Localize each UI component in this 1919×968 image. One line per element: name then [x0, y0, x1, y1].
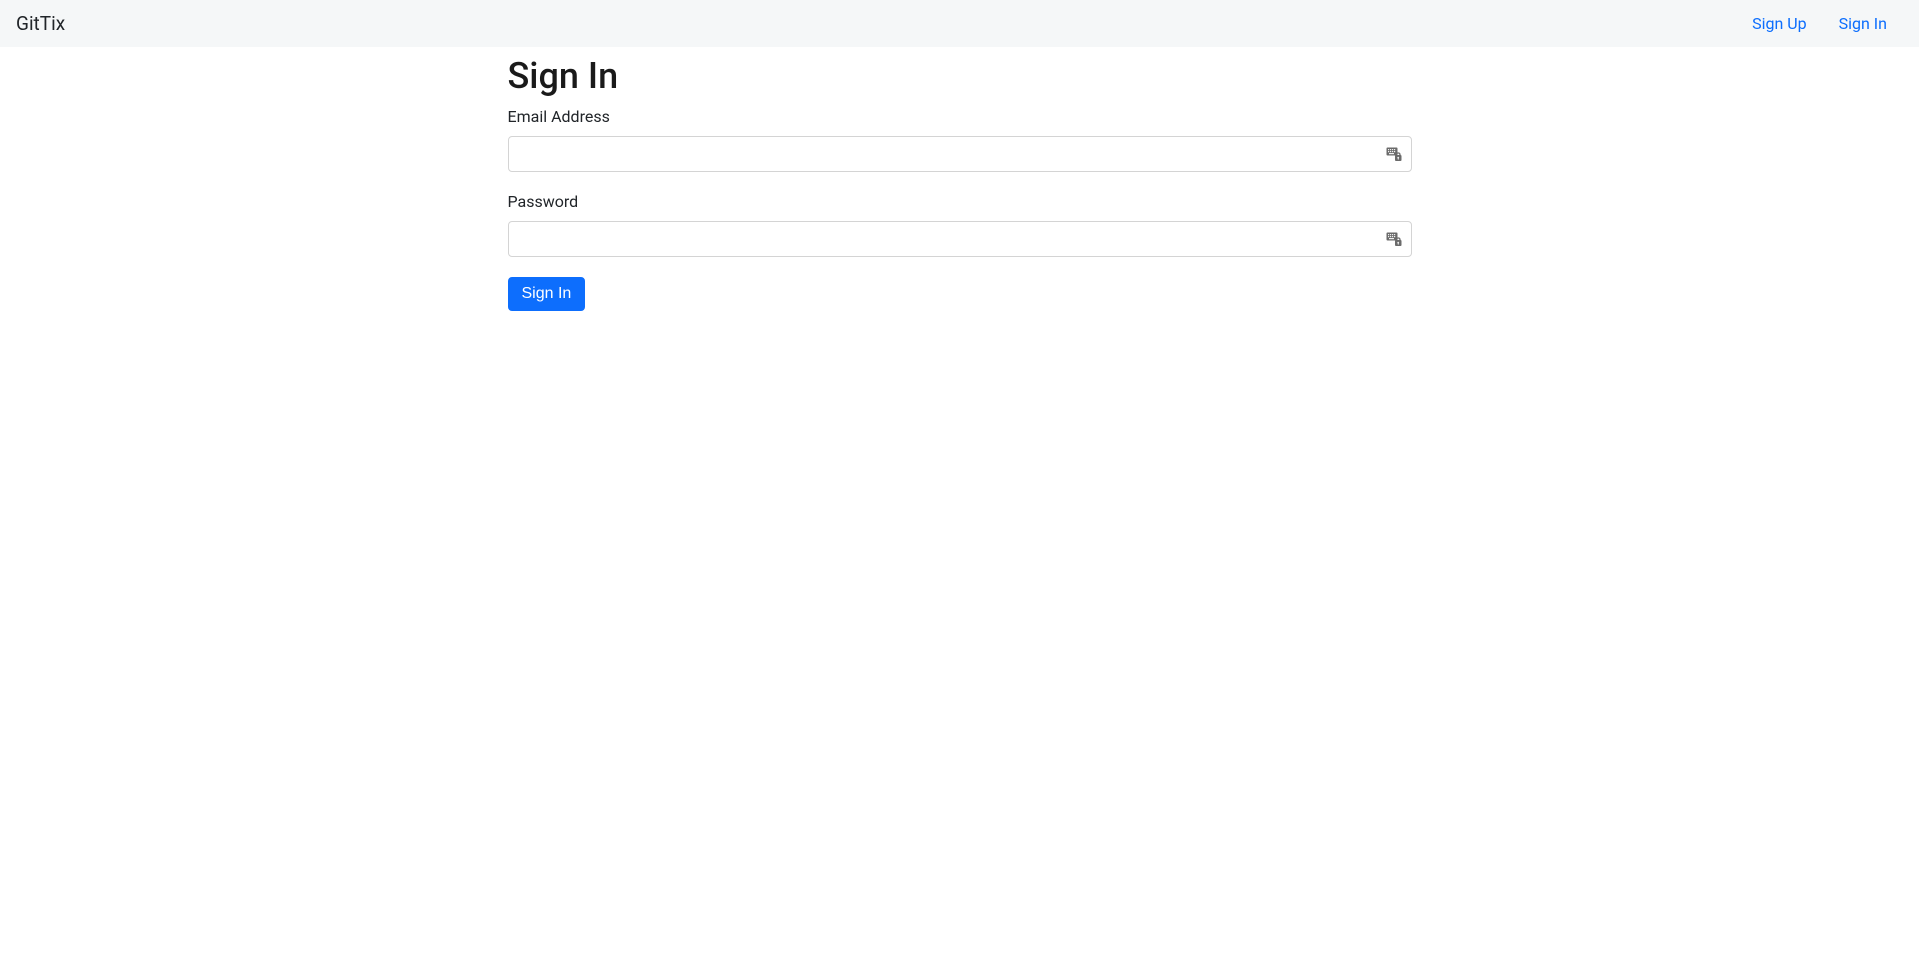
- email-field[interactable]: [508, 136, 1412, 172]
- signup-link[interactable]: Sign Up: [1744, 10, 1815, 37]
- nav-item-signin: Sign In: [1831, 14, 1895, 33]
- signin-link[interactable]: Sign In: [1831, 10, 1895, 37]
- brand-link[interactable]: GitTix: [16, 12, 65, 35]
- nav-item-signup: Sign Up: [1744, 14, 1815, 33]
- navbar: GitTix Sign Up Sign In: [0, 0, 1919, 47]
- nav-links: Sign Up Sign In: [1728, 14, 1903, 33]
- main-container: Sign In Email Address: [508, 55, 1412, 311]
- email-label: Email Address: [508, 107, 1412, 126]
- email-input-wrap: [508, 136, 1412, 172]
- password-input-wrap: [508, 221, 1412, 257]
- email-group: Email Address: [508, 107, 1412, 172]
- password-label: Password: [508, 192, 1412, 211]
- password-field[interactable]: [508, 221, 1412, 257]
- signin-form: Sign In Email Address: [508, 55, 1412, 311]
- password-group: Password: [508, 192, 1412, 257]
- signin-button[interactable]: Sign In: [508, 277, 586, 311]
- page-title: Sign In: [508, 55, 1412, 97]
